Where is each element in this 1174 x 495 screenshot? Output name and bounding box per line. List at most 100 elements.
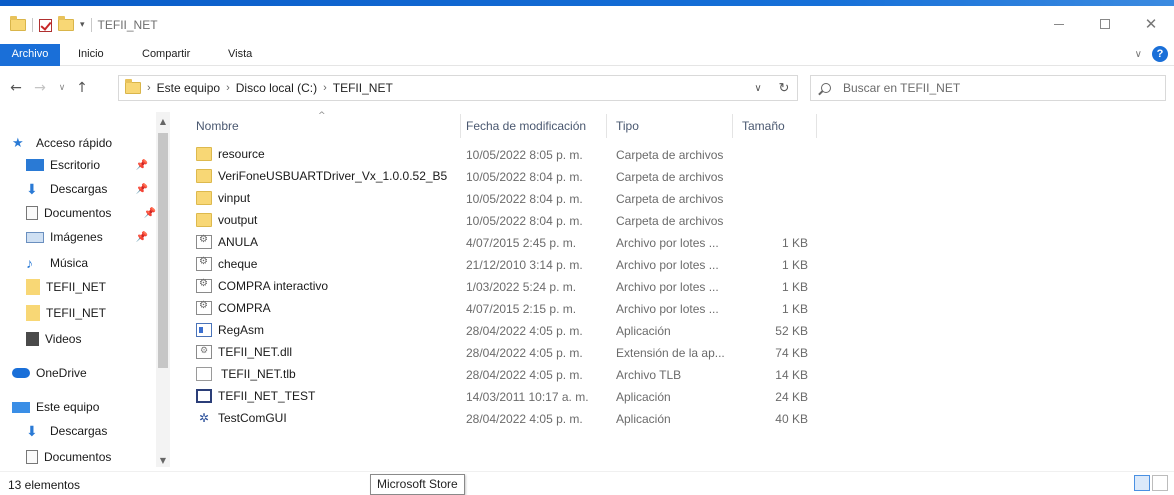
table-row[interactable]: cheque 21/12/2010 3:14 p. m. Archivo por… <box>190 254 830 276</box>
tab-compartir[interactable]: Compartir <box>142 44 190 66</box>
minimize-button[interactable] <box>1036 6 1082 42</box>
table-row[interactable]: TEFII_NET_TEST 14/03/2011 10:17 a. m. Ap… <box>190 386 830 408</box>
breadcrumb-disco-local[interactable]: Disco local (C:) <box>236 81 317 95</box>
sidebar-item-documentos[interactable]: Documentos 📌 <box>26 202 166 224</box>
tab-inicio[interactable]: Inicio <box>78 44 104 66</box>
table-row[interactable]: VeriFoneUSBUARTDriver_Vx_1.0.0.52_B5 10/… <box>190 166 830 188</box>
close-icon: ✕ <box>1144 15 1158 33</box>
sidebar-item-este-equipo[interactable]: Este equipo <box>12 396 152 418</box>
scroll-up-arrow-icon[interactable]: ▲ <box>157 114 169 128</box>
back-button[interactable]: ← <box>6 78 26 98</box>
table-row[interactable]: COMPRA 4/07/2015 2:15 p. m. Archivo por … <box>190 298 830 320</box>
folder-icon <box>196 213 212 227</box>
pin-icon: 📌 <box>135 183 148 195</box>
table-row[interactable]: TEFII_NET.tlb 28/04/2022 4:05 p. m. Arch… <box>190 364 830 386</box>
sidebar-item-imagenes[interactable]: Imágenes 📌 <box>26 226 166 248</box>
tab-vista[interactable]: Vista <box>228 44 252 66</box>
column-header-nombre[interactable]: Nombre <box>196 114 239 138</box>
details-view-icon[interactable] <box>1134 475 1150 491</box>
sidebar-item-videos[interactable]: Videos <box>26 328 166 350</box>
tooltip: Microsoft Store <box>370 474 465 495</box>
address-bar[interactable]: › Este equipo › Disco local (C:) › TEFII… <box>118 75 798 101</box>
download-icon: ⬇ <box>26 181 38 197</box>
sidebar-scrollbar-thumb[interactable] <box>158 133 168 368</box>
file-name: resource <box>218 147 265 161</box>
address-dropdown-icon[interactable]: ∨ <box>745 83 771 94</box>
up-button[interactable]: ↑ <box>72 78 92 98</box>
sidebar-item-acceso-rapido[interactable]: ★ Acceso rápido <box>12 132 152 154</box>
file-type: Archivo por lotes ... <box>616 280 719 294</box>
toolbar-divider <box>90 18 92 32</box>
view-switcher <box>1134 475 1168 491</box>
column-header-tamano[interactable]: Tamaño <box>742 114 785 138</box>
quick-access-toolbar: ▾ TEFII_NET <box>10 16 158 34</box>
customize-toolbar-dropdown-icon[interactable]: ▾ <box>80 20 85 30</box>
sidebar-item-label: Descargas <box>50 182 108 196</box>
folder-icon <box>125 79 141 94</box>
close-button[interactable]: ✕ <box>1128 6 1174 42</box>
pin-icon: 📌 <box>143 207 156 219</box>
application-icon <box>196 323 212 337</box>
table-row[interactable]: resource 10/05/2022 8:05 p. m. Carpeta d… <box>190 144 830 166</box>
breadcrumb-separator-icon[interactable]: › <box>226 82 230 94</box>
folder-icon <box>196 191 212 205</box>
item-count: 13 elementos <box>8 478 81 492</box>
properties-check-icon[interactable] <box>39 18 52 32</box>
sidebar-item-pc-descargas[interactable]: ⬇ Descargas <box>26 420 166 442</box>
tab-archivo[interactable]: Archivo <box>0 44 60 66</box>
file-name: COMPRA <box>218 301 271 315</box>
breadcrumb-este-equipo[interactable]: Este equipo <box>157 81 220 95</box>
table-row[interactable]: voutput 10/05/2022 8:04 p. m. Carpeta de… <box>190 210 830 232</box>
file-size: 1 KB <box>781 280 808 294</box>
column-header-tipo[interactable]: Tipo <box>616 114 639 138</box>
search-box[interactable]: Buscar en TEFII_NET <box>810 75 1166 101</box>
refresh-icon[interactable]: ↻ <box>771 80 797 96</box>
table-row[interactable]: ANULA 4/07/2015 2:45 p. m. Archivo por l… <box>190 232 830 254</box>
file-size: 1 KB <box>781 302 808 316</box>
search-placeholder: Buscar en TEFII_NET <box>843 81 961 95</box>
table-row[interactable]: RegAsm 28/04/2022 4:05 p. m. Aplicación … <box>190 320 830 342</box>
sidebar-item-tefii-net-2[interactable]: TEFII_NET <box>26 302 166 324</box>
forward-button[interactable]: → <box>30 78 50 98</box>
file-date: 28/04/2022 4:05 p. m. <box>466 346 583 360</box>
sidebar-item-pc-documentos[interactable]: Documentos <box>26 446 166 468</box>
scroll-down-arrow-icon[interactable]: ▼ <box>157 453 169 467</box>
file-name: COMPRA interactivo <box>218 279 329 293</box>
arrow-right-icon: → <box>34 80 46 96</box>
recent-locations-button[interactable]: ∨ <box>52 78 72 98</box>
file-date: 4/07/2015 2:45 p. m. <box>466 236 577 250</box>
sidebar-item-tefii-net-1[interactable]: TEFII_NET <box>26 276 166 298</box>
table-row[interactable]: ✲ TestComGUI 28/04/2022 4:05 p. m. Aplica… <box>190 408 830 430</box>
file-size: 1 KB <box>781 236 808 250</box>
column-divider[interactable] <box>732 114 733 138</box>
column-divider[interactable] <box>816 114 817 138</box>
maximize-button[interactable] <box>1082 6 1128 42</box>
sidebar-item-escritorio[interactable]: Escritorio 📌 <box>26 154 166 176</box>
sidebar-item-musica[interactable]: ♪ Música <box>26 252 166 274</box>
column-divider[interactable] <box>606 114 607 138</box>
table-row[interactable]: TEFII_NET.dll 28/04/2022 4:05 p. m. Exte… <box>190 342 830 364</box>
pin-icon: 📌 <box>135 231 148 243</box>
table-row[interactable]: COMPRA interactivo 1/03/2022 5:24 p. m. … <box>190 276 830 298</box>
sidebar-item-descargas[interactable]: ⬇ Descargas 📌 <box>26 178 166 200</box>
folder-icon <box>26 305 40 321</box>
sidebar-item-label: Acceso rápido <box>36 136 113 150</box>
generic-file-icon <box>196 367 212 381</box>
table-row[interactable]: vinput 10/05/2022 8:04 p. m. Carpeta de … <box>190 188 830 210</box>
breadcrumb-separator-icon[interactable]: › <box>323 82 327 94</box>
column-header-fecha[interactable]: Fecha de modificación <box>466 114 586 138</box>
expand-ribbon-chevron-icon[interactable]: ∨ <box>1135 49 1142 60</box>
file-name: TEFII_NET.tlb <box>221 367 296 381</box>
folder-icon <box>10 16 26 31</box>
breadcrumb-tefii-net[interactable]: TEFII_NET <box>333 81 393 95</box>
file-type: Carpeta de archivos <box>616 148 724 162</box>
cloud-icon <box>12 368 30 378</box>
file-size: 52 KB <box>775 324 808 338</box>
address-tools: ∨ ↻ <box>745 76 797 100</box>
column-divider[interactable] <box>460 114 461 138</box>
large-icons-view-icon[interactable] <box>1152 475 1168 491</box>
documents-icon <box>26 450 38 464</box>
new-folder-icon[interactable] <box>58 16 74 31</box>
help-icon[interactable]: ? <box>1152 46 1168 62</box>
sidebar-item-onedrive[interactable]: OneDrive <box>12 362 152 384</box>
